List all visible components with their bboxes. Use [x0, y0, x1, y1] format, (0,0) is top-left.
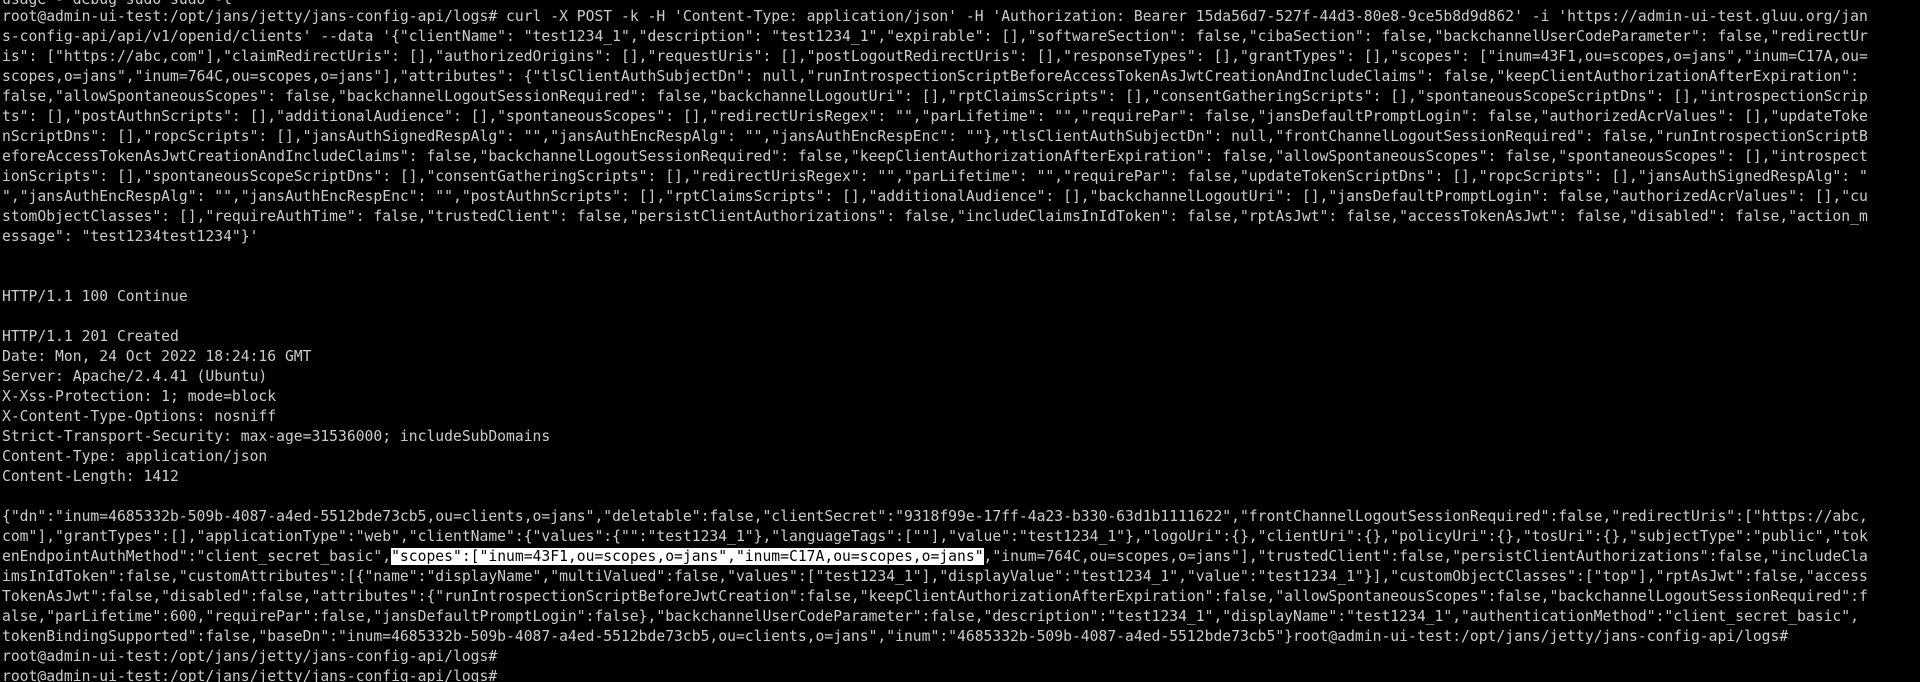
response-body-line-highlight: enEndpointAuthMethod":"client_secret_bas…: [2, 547, 1920, 567]
command-line: scopes,o=jans","inum=764C,ou=scopes,o=ja…: [2, 68, 1859, 85]
http-header-xss: X-Xss-Protection: 1; mode=block: [2, 388, 277, 405]
response-body-line: alse,"parLifetime":600,"requirePar":fals…: [2, 608, 1859, 625]
scopes-selection-highlight: "scopes":["inum=43F1,ou=scopes,o=jans","…: [390, 547, 985, 566]
http-header-content-length: Content-Length: 1412: [2, 468, 179, 485]
command-line: s-config-api/api/v1/openid/clients' --da…: [2, 28, 1868, 45]
response-body-line: TokenAsJwt":false,"disabled":false,"attr…: [2, 588, 1868, 605]
command-line: eforeAccessTokenAsJwtCreationAndIncludeC…: [2, 148, 1868, 165]
command-line: ts": [],"postAuthnScripts": [],"addition…: [2, 108, 1868, 125]
body-text: enEndpointAuthMethod":"client_secret_bas…: [2, 548, 392, 565]
command-line: essage": "test1234test1234"}': [2, 228, 259, 245]
http-header-hsts: Strict-Transport-Security: max-age=31536…: [2, 428, 551, 445]
response-body-line: tokenBindingSupported":false,"baseDn":"i…: [2, 628, 1789, 645]
terminal-line-cut: usage - debug sudo sudo -l: [2, 0, 1920, 7]
http-header-date: Date: Mon, 24 Oct 2022 18:24:16 GMT: [2, 348, 312, 365]
http-header-server: Server: Apache/2.4.41 (Ubuntu): [2, 368, 268, 385]
http-header-content-type: Content-Type: application/json: [2, 448, 268, 465]
terminal-window[interactable]: usage - debug sudo sudo -l root@admin-ui…: [0, 0, 1920, 682]
command-line: false,"allowSpontaneousScopes": false,"b…: [2, 88, 1868, 105]
http-continue-line: HTTP/1.1 100 Continue: [2, 288, 188, 305]
response-body-line: com"],"grantTypes":[],"applicationType":…: [2, 528, 1868, 545]
command-line: root@admin-ui-test:/opt/jans/jetty/jans-…: [2, 8, 1868, 25]
command-line: ionScripts": [],"spontaneousScopeScriptD…: [2, 168, 1868, 185]
command-line: ","jansAuthEncRespAlg": "","jansAuthEncR…: [2, 188, 1868, 205]
command-line: nScriptDns": [],"ropcScripts": [],"jansA…: [2, 128, 1868, 145]
http-status-line: HTTP/1.1 201 Created: [2, 328, 179, 345]
http-header-content-type-options: X-Content-Type-Options: nosniff: [2, 408, 277, 425]
command-line: is": ["https://abc,com"],"claimRedirectU…: [2, 48, 1868, 65]
response-body-line: imsInIdToken":false,"customAttributes":[…: [2, 568, 1868, 585]
shell-prompt[interactable]: root@admin-ui-test:/opt/jans/jetty/jans-…: [2, 647, 1920, 667]
shell-prompt[interactable]: root@admin-ui-test:/opt/jans/jetty/jans-…: [2, 667, 1920, 682]
body-text: ,"inum=764C,ou=scopes,o=jans"],"trustedC…: [983, 548, 1868, 565]
command-line: stomObjectClasses": [],"requireAuthTime"…: [2, 208, 1868, 225]
response-body-line: {"dn":"inum=4685332b-509b-4087-a4ed-5512…: [2, 508, 1868, 525]
